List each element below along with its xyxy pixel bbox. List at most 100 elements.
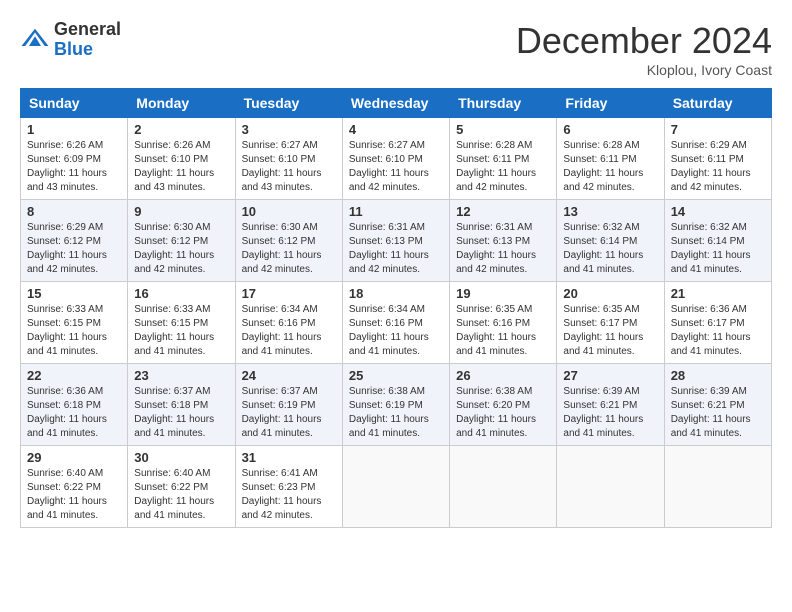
calendar-cell: 30 Sunrise: 6:40 AM Sunset: 6:22 PM Dayli…: [128, 446, 235, 528]
day-number: 20: [563, 286, 657, 301]
day-info: Sunrise: 6:32 AM Sunset: 6:14 PM Dayligh…: [563, 221, 657, 277]
day-info: Sunrise: 6:27 AM Sunset: 6:10 PM Dayligh…: [242, 139, 336, 195]
day-header-sunday: Sunday: [21, 89, 128, 118]
calendar-cell: 11Sunrise: 6:31 AM Sunset: 6:13 PM Dayli…: [342, 200, 449, 282]
day-info: Sunrise: 6:27 AM Sunset: 6:10 PM Dayligh…: [349, 139, 443, 195]
day-info: Sunrise: 6:29 AM Sunset: 6:11 PM Dayligh…: [671, 139, 765, 195]
location: Kloplou, Ivory Coast: [516, 62, 772, 78]
calendar-cell: 8 Sunrise: 6:29 AM Sunset: 6:12 PM Daylig…: [21, 200, 128, 282]
day-number: 3: [242, 122, 336, 137]
day-info: Sunrise: 6:36 AM Sunset: 6:17 PM Dayligh…: [671, 303, 765, 359]
day-header-wednesday: Wednesday: [342, 89, 449, 118]
day-header-thursday: Thursday: [450, 89, 557, 118]
calendar-cell: 29Sunrise: 6:40 AM Sunset: 6:22 PM Dayli…: [21, 446, 128, 528]
day-info: Sunrise: 6:39 AM Sunset: 6:21 PM Dayligh…: [563, 385, 657, 441]
logo-general: General: [54, 20, 121, 40]
day-number: 11: [349, 204, 443, 219]
day-info: Sunrise: 6:34 AM Sunset: 6:16 PM Dayligh…: [349, 303, 443, 359]
logo-text: General Blue: [54, 20, 121, 60]
logo-blue: Blue: [54, 40, 121, 60]
calendar-cell: 9Sunrise: 6:30 AM Sunset: 6:12 PM Daylig…: [128, 200, 235, 282]
calendar-cell: 31 Sunrise: 6:41 AM Sunset: 6:23 PM Dayli…: [235, 446, 342, 528]
page-header: General Blue December 2024 Kloplou, Ivor…: [20, 20, 772, 78]
calendar-body: 1Sunrise: 6:26 AM Sunset: 6:09 PM Daylig…: [21, 118, 772, 528]
calendar-cell: 4 Sunrise: 6:27 AM Sunset: 6:10 PM Daylig…: [342, 118, 449, 200]
calendar-cell: [342, 446, 449, 528]
day-info: Sunrise: 6:39 AM Sunset: 6:21 PM Dayligh…: [671, 385, 765, 441]
calendar-table: SundayMondayTuesdayWednesdayThursdayFrid…: [20, 88, 772, 528]
calendar-cell: [664, 446, 771, 528]
day-number: 4: [349, 122, 443, 137]
day-info: Sunrise: 6:31 AM Sunset: 6:13 PM Dayligh…: [456, 221, 550, 277]
day-number: 29: [27, 450, 121, 465]
day-header-saturday: Saturday: [664, 89, 771, 118]
day-number: 8: [27, 204, 121, 219]
day-number: 10: [242, 204, 336, 219]
week-row-2: 8 Sunrise: 6:29 AM Sunset: 6:12 PM Daylig…: [21, 200, 772, 282]
calendar-cell: 13 Sunrise: 6:32 AM Sunset: 6:14 PM Dayli…: [557, 200, 664, 282]
day-info: Sunrise: 6:33 AM Sunset: 6:15 PM Dayligh…: [27, 303, 121, 359]
day-number: 30: [134, 450, 228, 465]
calendar-cell: 2 Sunrise: 6:26 AM Sunset: 6:10 PM Daylig…: [128, 118, 235, 200]
calendar-cell: 23 Sunrise: 6:37 AM Sunset: 6:18 PM Dayli…: [128, 364, 235, 446]
calendar-cell: [450, 446, 557, 528]
day-number: 27: [563, 368, 657, 383]
day-number: 26: [456, 368, 550, 383]
calendar-header-row: SundayMondayTuesdayWednesdayThursdayFrid…: [21, 89, 772, 118]
day-number: 22: [27, 368, 121, 383]
day-info: Sunrise: 6:37 AM Sunset: 6:19 PM Dayligh…: [242, 385, 336, 441]
logo: General Blue: [20, 20, 121, 60]
day-number: 25: [349, 368, 443, 383]
calendar-cell: 3 Sunrise: 6:27 AM Sunset: 6:10 PM Daylig…: [235, 118, 342, 200]
day-info: Sunrise: 6:26 AM Sunset: 6:09 PM Dayligh…: [27, 139, 121, 195]
calendar-cell: 22 Sunrise: 6:36 AM Sunset: 6:18 PM Dayli…: [21, 364, 128, 446]
week-row-5: 29 Sunrise: 6:40 AM Sunset: 6:22 PM Dayli…: [21, 446, 772, 528]
calendar-cell: 21 Sunrise: 6:36 AM Sunset: 6:17 PM Dayli…: [664, 282, 771, 364]
day-number: 16: [134, 286, 228, 301]
day-info: Sunrise: 6:35 AM Sunset: 6:16 PM Dayligh…: [456, 303, 550, 359]
day-info: Sunrise: 6:28 AM Sunset: 6:11 PM Dayligh…: [456, 139, 550, 195]
day-info: Sunrise: 6:26 AM Sunset: 6:10 PM Dayligh…: [134, 139, 228, 195]
day-info: Sunrise: 6:40 AM Sunset: 6:22 PM Dayligh…: [134, 467, 228, 523]
calendar-cell: 18 Sunrise: 6:34 AM Sunset: 6:16 PM Dayli…: [342, 282, 449, 364]
day-number: 31: [242, 450, 336, 465]
day-info: Sunrise: 6:29 AM Sunset: 6:12 PM Dayligh…: [27, 221, 121, 277]
day-info: Sunrise: 6:35 AM Sunset: 6:17 PM Dayligh…: [563, 303, 657, 359]
calendar-cell: 12 Sunrise: 6:31 AM Sunset: 6:13 PM Dayli…: [450, 200, 557, 282]
week-row-3: 15 Sunrise: 6:33 AM Sunset: 6:15 PM Dayli…: [21, 282, 772, 364]
day-info: Sunrise: 6:30 AM Sunset: 6:12 PM Dayligh…: [242, 221, 336, 277]
day-number: 21: [671, 286, 765, 301]
day-number: 17: [242, 286, 336, 301]
day-number: 23: [134, 368, 228, 383]
calendar-cell: 27 Sunrise: 6:39 AM Sunset: 6:21 PM Dayli…: [557, 364, 664, 446]
day-info: Sunrise: 6:38 AM Sunset: 6:19 PM Dayligh…: [349, 385, 443, 441]
calendar-cell: 26 Sunrise: 6:38 AM Sunset: 6:20 PM Dayli…: [450, 364, 557, 446]
calendar-cell: 5Sunrise: 6:28 AM Sunset: 6:11 PM Daylig…: [450, 118, 557, 200]
calendar-cell: 19Sunrise: 6:35 AM Sunset: 6:16 PM Dayli…: [450, 282, 557, 364]
day-number: 18: [349, 286, 443, 301]
generalblue-icon: [20, 25, 50, 55]
day-info: Sunrise: 6:32 AM Sunset: 6:14 PM Dayligh…: [671, 221, 765, 277]
day-number: 15: [27, 286, 121, 301]
day-info: Sunrise: 6:33 AM Sunset: 6:15 PM Dayligh…: [134, 303, 228, 359]
day-number: 14: [671, 204, 765, 219]
calendar-cell: 6Sunrise: 6:28 AM Sunset: 6:11 PM Daylig…: [557, 118, 664, 200]
calendar-cell: 16 Sunrise: 6:33 AM Sunset: 6:15 PM Dayli…: [128, 282, 235, 364]
day-info: Sunrise: 6:28 AM Sunset: 6:11 PM Dayligh…: [563, 139, 657, 195]
day-number: 2: [134, 122, 228, 137]
day-number: 12: [456, 204, 550, 219]
calendar-cell: 1Sunrise: 6:26 AM Sunset: 6:09 PM Daylig…: [21, 118, 128, 200]
calendar-cell: 24 Sunrise: 6:37 AM Sunset: 6:19 PM Dayli…: [235, 364, 342, 446]
day-number: 13: [563, 204, 657, 219]
day-number: 9: [134, 204, 228, 219]
day-info: Sunrise: 6:41 AM Sunset: 6:23 PM Dayligh…: [242, 467, 336, 523]
month-title: December 2024: [516, 20, 772, 62]
day-info: Sunrise: 6:37 AM Sunset: 6:18 PM Dayligh…: [134, 385, 228, 441]
calendar-cell: 7Sunrise: 6:29 AM Sunset: 6:11 PM Daylig…: [664, 118, 771, 200]
day-info: Sunrise: 6:38 AM Sunset: 6:20 PM Dayligh…: [456, 385, 550, 441]
title-area: December 2024 Kloplou, Ivory Coast: [516, 20, 772, 78]
calendar-cell: 10 Sunrise: 6:30 AM Sunset: 6:12 PM Dayli…: [235, 200, 342, 282]
day-info: Sunrise: 6:36 AM Sunset: 6:18 PM Dayligh…: [27, 385, 121, 441]
day-number: 24: [242, 368, 336, 383]
calendar-cell: 20 Sunrise: 6:35 AM Sunset: 6:17 PM Dayli…: [557, 282, 664, 364]
